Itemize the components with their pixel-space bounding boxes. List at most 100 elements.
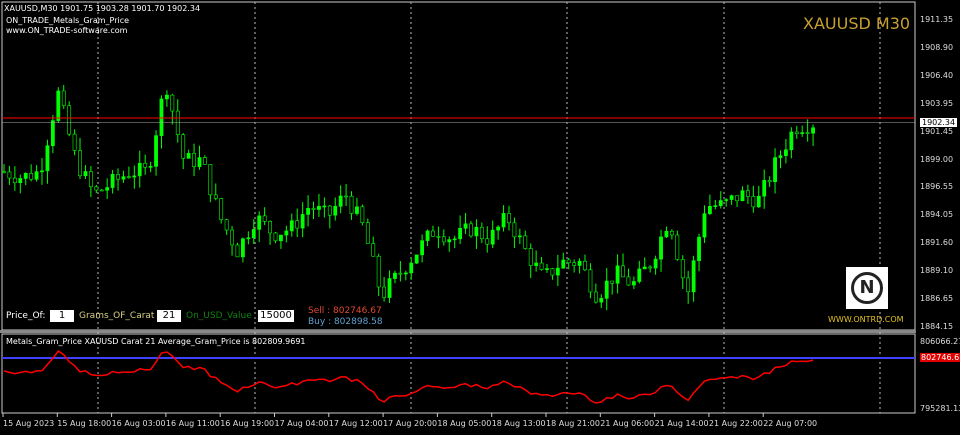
price-of-input[interactable]: 1 <box>50 310 74 322</box>
candle-body <box>740 190 745 202</box>
candle-body <box>778 155 783 158</box>
sub-axis-min: 795281.13 <box>920 404 960 413</box>
candle-body <box>376 255 381 288</box>
candle-body <box>170 94 175 112</box>
candle-body <box>718 200 723 206</box>
candle-body <box>577 260 582 266</box>
candle-body <box>631 281 636 286</box>
candle-body <box>479 226 484 240</box>
candle-body <box>517 235 522 238</box>
symbol-header: XAUUSD,M30 1901.75 1903.28 1901.70 1902.… <box>4 4 201 13</box>
candle-body <box>669 230 674 236</box>
candle-body <box>642 266 647 270</box>
grams-input[interactable]: 21 <box>157 310 181 322</box>
candle-body <box>756 195 761 208</box>
candle-body <box>311 208 316 210</box>
time-tick: 17 Aug 20:00 <box>383 419 438 428</box>
candle-body <box>273 232 278 242</box>
candle-body <box>29 173 34 180</box>
logo-url: WWW.ONTRD.COM <box>828 315 904 324</box>
candle-body <box>284 230 289 236</box>
candle-body <box>268 221 272 234</box>
time-tick: 21 Aug 14:00 <box>654 419 709 428</box>
candle-body <box>653 258 658 269</box>
price-tick: 1896.55 <box>920 182 954 192</box>
candle-body <box>203 157 207 165</box>
candle-body <box>420 240 425 256</box>
candle-body <box>132 175 137 178</box>
candle-body <box>691 260 696 293</box>
candle-body <box>262 215 267 222</box>
candle-body <box>523 235 528 249</box>
candle-body <box>773 157 777 183</box>
candle-body <box>534 262 539 266</box>
candle-body <box>414 254 419 264</box>
time-tick: 18 Aug 13:00 <box>491 419 546 428</box>
candle-body <box>811 127 815 134</box>
candle-body <box>230 229 234 246</box>
candle-body <box>686 277 691 293</box>
time-tick: 18 Aug 21:00 <box>546 419 600 428</box>
candle-body <box>105 187 110 191</box>
candle-body <box>707 206 712 214</box>
candle-body <box>338 195 343 207</box>
candle-body <box>746 190 750 197</box>
price-tick: 1908.90 <box>920 42 954 52</box>
candle-body <box>425 230 430 241</box>
candle-body <box>306 208 310 215</box>
candle-body <box>45 145 50 172</box>
usd-input[interactable]: 15000 <box>258 310 294 322</box>
logo-n-icon: N <box>851 272 883 304</box>
candle-body <box>572 262 577 266</box>
time-tick: 22 Aug 07:00 <box>763 419 818 428</box>
indicator-name: ON_TRADE_Metals_Gram_Price <box>6 16 130 25</box>
candle-body <box>295 220 300 229</box>
candle-body <box>528 248 533 266</box>
candle-body <box>224 219 229 231</box>
price-tick: 1894.05 <box>920 210 954 220</box>
time-tick: 17 Aug 12:00 <box>328 419 383 428</box>
candle-body <box>648 266 653 269</box>
price-tick: 1891.60 <box>920 238 954 248</box>
candle-body <box>94 186 99 191</box>
candle-body <box>137 162 142 177</box>
price-tick: 1911.35 <box>920 15 954 24</box>
candle-body <box>561 259 566 269</box>
candle-body <box>566 259 571 264</box>
candle-body <box>621 265 625 278</box>
chart-canvas[interactable] <box>0 0 960 435</box>
indicator-value-label: 802746.6 <box>920 353 960 362</box>
candle-body <box>800 132 805 134</box>
candle-body <box>794 131 799 134</box>
candle-body <box>729 195 734 200</box>
candle-body <box>447 239 452 243</box>
candle-body <box>463 223 468 229</box>
candle-body <box>159 98 164 136</box>
candle-body <box>99 189 104 192</box>
candle-body <box>490 229 495 245</box>
candle-body <box>501 213 506 228</box>
candle-body <box>431 230 435 237</box>
price-of-label: Price_Of: <box>6 311 46 321</box>
candle-body <box>458 228 463 240</box>
candle-body <box>197 157 202 167</box>
price-tick: 1884.15 <box>920 321 954 331</box>
candle-body <box>246 237 251 240</box>
price-tick: 1886.65 <box>920 294 954 303</box>
candle-body <box>664 230 669 238</box>
candle-body <box>550 268 555 276</box>
candle-body <box>349 195 354 214</box>
candle-body <box>697 236 701 261</box>
price-tick: 1901.45 <box>920 126 954 136</box>
candle-body <box>751 196 756 208</box>
candle-body <box>355 206 359 214</box>
candle-body <box>680 259 685 279</box>
candle-body <box>599 298 604 303</box>
candle-body <box>735 195 739 202</box>
candle-body <box>56 90 61 121</box>
candle-body <box>441 236 446 243</box>
candle-body <box>702 213 707 238</box>
candle-body <box>784 149 788 156</box>
candle-body <box>382 286 387 298</box>
candle-body <box>507 213 511 224</box>
